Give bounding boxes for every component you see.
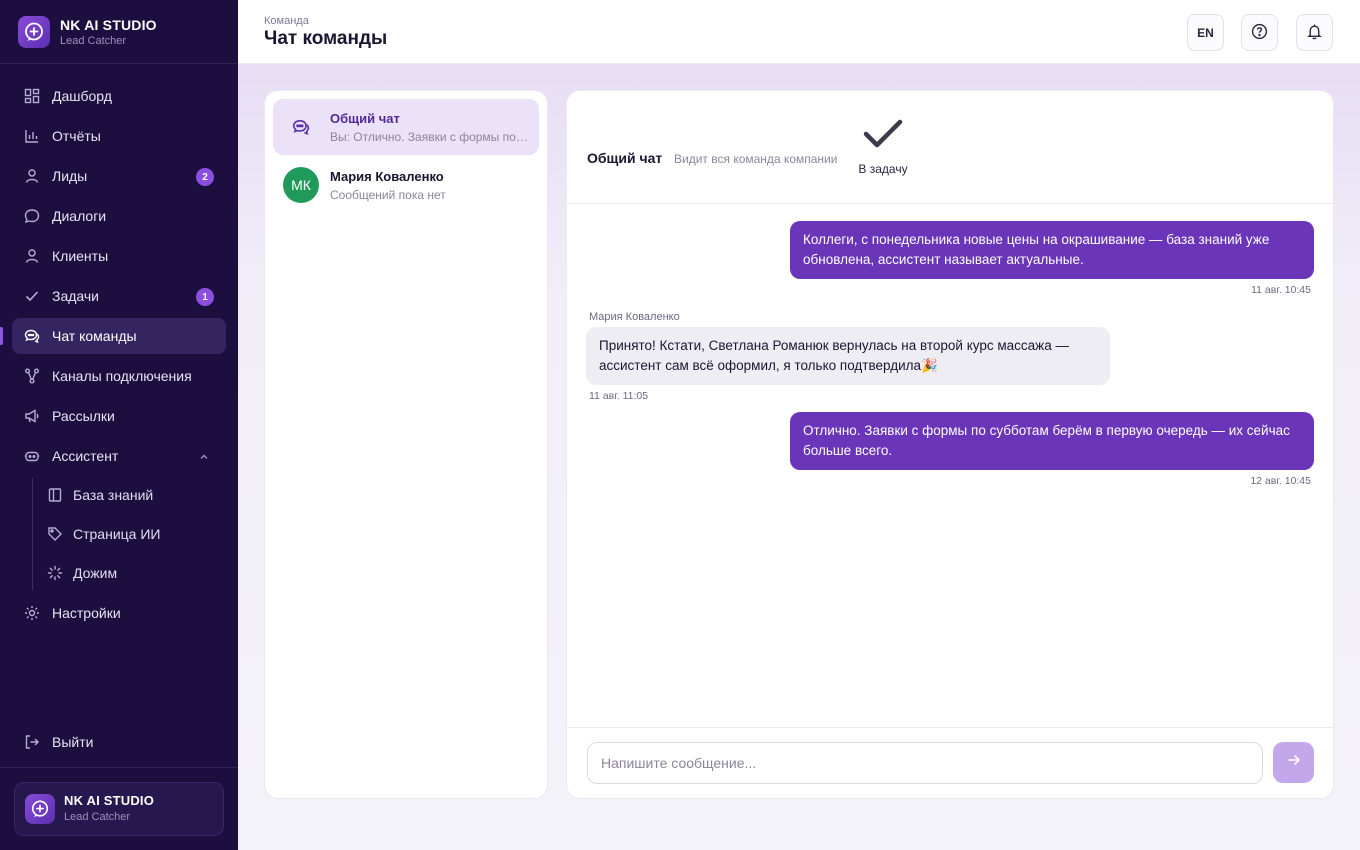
leads-count-badge: 2: [196, 168, 214, 186]
channels-icon: [24, 368, 40, 384]
chat-title: Общий чат: [587, 150, 663, 166]
arrow-right-icon: [1286, 752, 1302, 773]
sidebar-item-knowledge-base[interactable]: База знаний: [33, 478, 226, 512]
gear-icon: [24, 605, 40, 621]
sidebar-item-team-chat[interactable]: Чат команды: [0, 318, 226, 354]
message-time: 12 авг. 10:45: [1250, 475, 1311, 487]
sidebar-item-ai-page[interactable]: Страница ИИ: [33, 517, 226, 551]
megaphone-icon: [24, 408, 40, 424]
tag-icon: [47, 526, 63, 542]
sidebar: NK AI STUDIO Lead Catcher Дашборд Отчёты…: [0, 0, 238, 850]
sidebar-item-dashboard[interactable]: Дашборд: [12, 78, 226, 114]
avatar: МК: [283, 167, 319, 203]
account-name: NK AI STUDIO: [64, 793, 155, 809]
bell-icon: [1306, 23, 1323, 43]
sidebar-item-settings[interactable]: Настройки: [12, 595, 226, 631]
message-bubble-incoming: Принято! Кстати, Светлана Романюк вернул…: [586, 327, 1110, 385]
send-button[interactable]: [1273, 742, 1314, 783]
chevron-up-icon[interactable]: [198, 450, 210, 466]
sidebar-item-label: Каналы подключения: [52, 368, 192, 384]
sidebar-item-label: Задачи: [52, 288, 100, 304]
sidebar-divider: [0, 767, 238, 768]
chat-preview: Вы: Отлично. Заявки с формы по субботам …: [330, 129, 530, 144]
sidebar-nav: Дашборд Отчёты Лиды 2 Диалоги Клиенты За…: [0, 78, 226, 635]
brand-logo-icon: [18, 16, 50, 48]
topbar: Команда Чат команды EN: [238, 0, 1360, 64]
to-task-button[interactable]: В задачу: [853, 117, 913, 183]
tasks-count-badge: 1: [196, 288, 214, 306]
sidebar-item-label: Дожим: [73, 565, 118, 581]
message-time: 11 авг. 11:05: [589, 390, 649, 402]
chat-bubbles-icon: [24, 328, 40, 344]
sidebar-item-label: Дашборд: [52, 88, 112, 104]
chat-bubbles-icon: [283, 109, 319, 145]
sidebar-item-label: База знаний: [73, 487, 154, 503]
page-title: Чат команды: [264, 28, 388, 49]
message-author: Мария Коваленко: [589, 311, 680, 323]
user-icon: [24, 248, 40, 264]
loader-icon: [47, 565, 63, 581]
chat-preview: Сообщений пока нет: [330, 187, 446, 202]
chat-list: Общий чат Вы: Отлично. Заявки с формы по…: [264, 90, 548, 799]
sidebar-item-label: Рассылки: [52, 408, 115, 424]
sidebar-item-leads[interactable]: Лиды 2: [12, 158, 226, 194]
brand-name: NK AI STUDIO: [60, 16, 157, 33]
logout-icon: [24, 734, 40, 750]
sidebar-item-label: Ассистент: [52, 448, 119, 464]
chat-panel: Общий чат Видит вся команда компании В з…: [566, 90, 1334, 799]
bar-chart-icon: [24, 128, 40, 144]
help-circle-icon: [1251, 23, 1268, 43]
sidebar-item-label: Диалоги: [52, 208, 107, 224]
logout-label: Выйти: [52, 734, 94, 750]
dashboard-icon: [24, 88, 40, 104]
sidebar-item-label: Отчёты: [52, 128, 101, 144]
chat-list-item-general[interactable]: Общий чат Вы: Отлично. Заявки с формы по…: [273, 99, 539, 155]
check-icon: [862, 117, 904, 156]
breadcrumb[interactable]: Команда: [264, 15, 309, 27]
brand-logo-icon: [25, 794, 55, 824]
sidebar-item-channels[interactable]: Каналы подключения: [12, 358, 226, 394]
chat-list-item-maria[interactable]: МК Мария Коваленко Сообщений пока нет: [273, 157, 539, 213]
brand-subtitle: Lead Catcher: [60, 34, 127, 47]
message-composer: [567, 727, 1333, 799]
message-bubble-outgoing: Коллеги, с понедельника новые цены на ок…: [790, 221, 1314, 279]
user-icon: [24, 168, 40, 184]
book-icon: [47, 487, 63, 503]
sidebar-item-mailings[interactable]: Рассылки: [12, 398, 226, 434]
assistant-submenu: База знаний Страница ИИ Дожим: [32, 478, 226, 590]
to-task-label: В задачу: [858, 162, 908, 176]
message-input[interactable]: [587, 742, 1263, 784]
language-button[interactable]: EN: [1187, 14, 1224, 51]
sidebar-item-tasks[interactable]: Задачи 1: [12, 278, 226, 314]
message-icon: [24, 208, 40, 224]
chat-name: Общий чат: [330, 110, 400, 126]
logout-button[interactable]: Выйти: [12, 724, 226, 760]
notifications-button[interactable]: [1296, 14, 1333, 51]
chat-description: Видит вся команда компании: [674, 152, 838, 166]
account-subtitle: Lead Catcher: [64, 811, 131, 824]
sidebar-item-label: Клиенты: [52, 248, 109, 264]
bot-icon: [24, 448, 40, 464]
sidebar-item-clients[interactable]: Клиенты: [12, 238, 226, 274]
sidebar-item-label: Страница ИИ: [73, 526, 161, 542]
account-card[interactable]: NK AI STUDIO Lead Catcher: [14, 782, 224, 836]
message-bubble-outgoing: Отлично. Заявки с формы по субботам берё…: [790, 412, 1314, 470]
sidebar-item-label: Лиды: [52, 168, 88, 184]
sidebar-item-dialogs[interactable]: Диалоги: [12, 198, 226, 234]
chat-header: Общий чат Видит вся команда компании В з…: [567, 91, 1333, 204]
logout-area: Выйти: [12, 724, 226, 764]
check-icon: [24, 288, 40, 304]
chat-name: Мария Коваленко: [330, 168, 444, 184]
sidebar-divider: [0, 63, 238, 64]
sidebar-item-reports[interactable]: Отчёты: [12, 118, 226, 154]
sidebar-item-label: Чат команды: [52, 328, 137, 344]
brand[interactable]: NK AI STUDIO Lead Catcher: [18, 16, 157, 48]
sidebar-item-assistant[interactable]: Ассистент: [12, 438, 226, 474]
sidebar-item-label: Настройки: [52, 605, 121, 621]
message-time: 11 авг. 10:45: [1251, 284, 1311, 296]
sidebar-item-follow-up[interactable]: Дожим: [33, 556, 226, 590]
help-button[interactable]: [1241, 14, 1278, 51]
